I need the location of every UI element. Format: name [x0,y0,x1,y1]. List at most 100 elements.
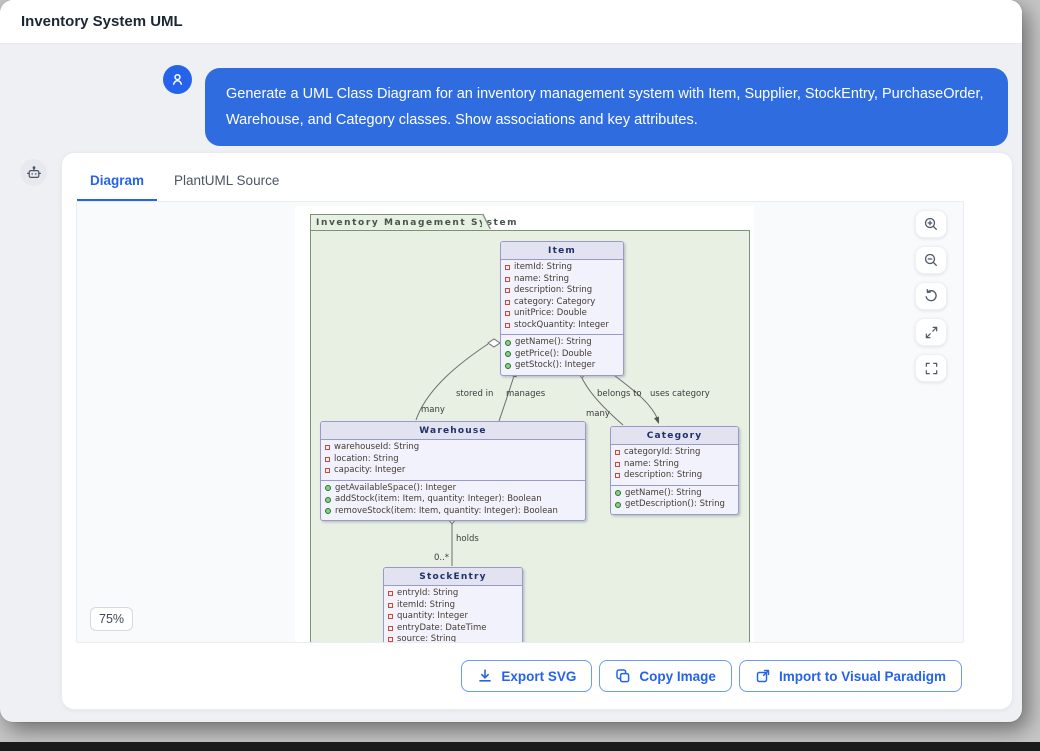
attribute-visibility-icon [505,265,510,270]
member-text: unitPrice: Double [514,308,587,320]
button-label: Import to Visual Paradigm [779,669,946,684]
app-window: Inventory System UML Generate a UML Clas… [0,0,1022,722]
method-visibility-icon [325,497,331,503]
member-text: name: String [624,459,679,471]
method-row: getPrice(): Double [505,349,619,361]
attribute-visibility-icon [505,288,510,293]
class-attributes: itemId: Stringname: Stringdescription: S… [501,260,623,334]
class-methods: getName(): StringgetDescription(): Strin… [611,485,738,514]
member-text: categoryId: String [624,447,700,459]
edge-label-belongs-to: belongs to [597,389,642,399]
robot-icon [26,165,42,181]
edge-label-manages: manages [506,389,545,399]
attribute-visibility-icon [388,626,393,631]
edge-label-holds: holds [456,534,479,544]
class-attributes: entryId: StringitemId: Stringquantity: I… [384,586,522,643]
button-label: Export SVG [501,669,576,684]
member-text: getName(): String [625,488,702,500]
attribute-visibility-icon [615,473,620,478]
attribute-row: category: Category [505,297,619,309]
attribute-row: entryId: String [388,588,518,600]
attribute-visibility-icon [325,457,330,462]
attribute-visibility-icon [388,603,393,608]
package-title: Inventory Management System [310,214,483,230]
class-name: StockEntry [384,568,522,586]
screen-bottom-edge [0,742,1040,751]
fullscreen-button[interactable] [915,354,947,382]
member-text: stockQuantity: Integer [514,320,609,332]
member-text: itemId: String [397,600,455,612]
fit-view-button[interactable] [915,318,947,346]
button-label: Copy Image [639,669,716,684]
attribute-row: entryDate: DateTime [388,623,518,635]
member-text: capacity: Integer [334,465,405,477]
member-text: addStock(item: Item, quantity: Integer):… [335,494,542,506]
uml-class-item: ItemitemId: Stringname: Stringdescriptio… [500,241,624,376]
attribute-row: capacity: Integer [325,465,581,477]
title-bar: Inventory System UML [0,0,1022,44]
member-text: description: String [624,470,702,482]
member-text: quantity: Integer [397,611,468,623]
bot-avatar [20,159,47,186]
attribute-visibility-icon [388,614,393,619]
zoom-in-button[interactable] [915,210,947,238]
attribute-row: warehouseId: String [325,442,581,454]
edge-label-stored-in: stored in [456,389,493,399]
class-name: Category [611,427,738,445]
method-row: getAvailableSpace(): Integer [325,483,581,495]
method-row: getStock(): Integer [505,360,619,372]
page-title: Inventory System UML [21,13,183,30]
method-visibility-icon [505,340,511,346]
attribute-row: stockQuantity: Integer [505,320,619,332]
attribute-row: categoryId: String [615,447,734,459]
reset-view-button[interactable] [915,282,947,310]
attribute-row: quantity: Integer [388,611,518,623]
method-visibility-icon [615,490,621,496]
download-icon [477,668,493,684]
import-to-visual-paradigm-button[interactable]: Import to Visual Paradigm [739,660,962,692]
method-row: addStock(item: Item, quantity: Integer):… [325,494,581,506]
member-text: source: String [397,634,456,643]
zoom-in-icon [923,216,939,232]
member-text: entryDate: DateTime [397,623,486,635]
class-methods: getName(): StringgetPrice(): DoublegetSt… [501,334,623,375]
tab-diagram[interactable]: Diagram [77,170,157,201]
attribute-row: source: String [388,634,518,643]
attribute-visibility-icon [325,468,330,473]
edge-label-many-right: many [586,409,610,419]
method-row: getName(): String [615,488,734,500]
member-text: warehouseId: String [334,442,419,454]
method-visibility-icon [505,351,511,357]
diagram-card: DiagramPlantUML Source 75% Inventory Man… [61,152,1013,710]
fit-view-icon [924,325,939,340]
copy-icon [615,668,631,684]
user-message-bubble: Generate a UML Class Diagram for an inve… [205,68,1008,146]
attribute-visibility-icon [325,445,330,450]
method-row: getName(): String [505,337,619,349]
footer-actions: Export SVG Copy Image Import to Visual Par… [62,643,1012,692]
copy-image-button[interactable]: Copy Image [599,660,732,692]
member-text: getPrice(): Double [515,349,592,361]
attribute-visibility-icon [388,591,393,596]
export-svg-button[interactable]: Export SVG [461,660,592,692]
diagram-canvas[interactable]: 75% Inventory Management System [76,201,964,643]
tab-bar: DiagramPlantUML Source [62,153,1012,201]
zoom-controls [915,210,947,382]
external-link-icon [755,668,771,684]
attribute-visibility-icon [388,637,393,642]
attribute-row: itemId: String [505,262,619,274]
edge-label-multiplicity-holds: 0..* [434,553,449,563]
member-text: getDescription(): String [625,499,725,511]
member-text: category: Category [514,297,595,309]
member-text: getAvailableSpace(): Integer [335,483,456,495]
uml-diagram-image: Inventory Management System [295,206,754,643]
zoom-out-icon [923,252,939,268]
zoom-out-button[interactable] [915,246,947,274]
method-row: getDescription(): String [615,499,734,511]
attribute-visibility-icon [505,323,510,328]
attribute-row: name: String [505,274,619,286]
fullscreen-icon [924,361,939,376]
attribute-visibility-icon [505,277,510,282]
method-row: removeStock(item: Item, quantity: Intege… [325,506,581,518]
tab-plantuml-source[interactable]: PlantUML Source [161,170,292,201]
